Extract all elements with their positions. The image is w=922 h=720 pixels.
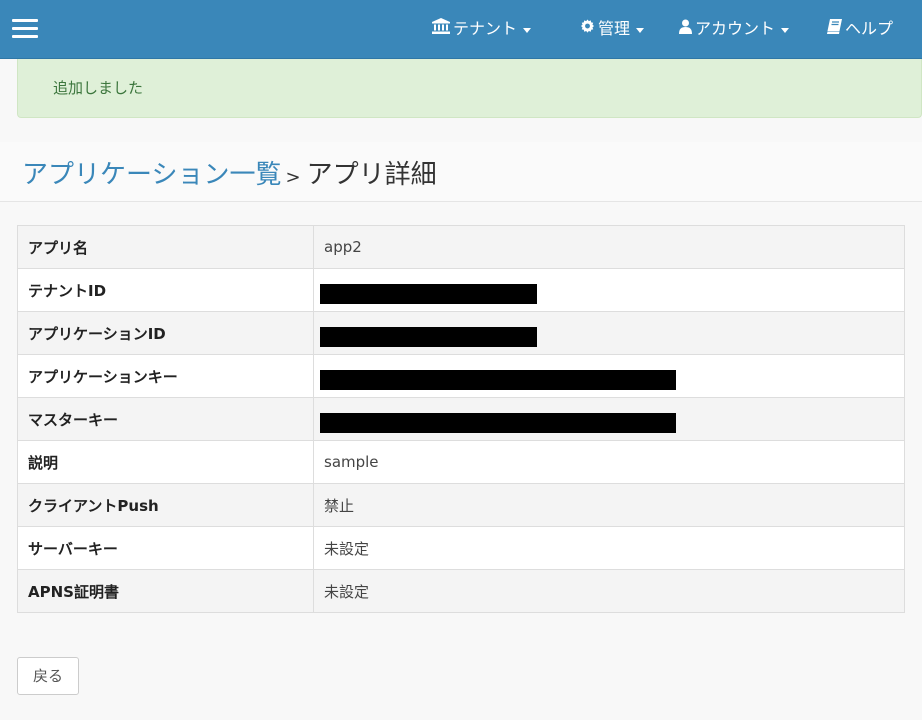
success-alert: 追加しました xyxy=(17,59,922,118)
page-title: アプリ詳細 xyxy=(306,160,437,190)
row-label: テナントID xyxy=(17,268,314,312)
row-label: アプリケーションキー xyxy=(17,354,314,398)
redacted-master-key xyxy=(320,413,676,433)
nav-help-link[interactable]: ヘルプ xyxy=(827,17,893,41)
row-value: app2 xyxy=(313,225,905,269)
row-label: アプリ名 xyxy=(17,225,314,269)
table-row: アプリケーションID xyxy=(17,311,905,355)
row-value xyxy=(313,311,905,355)
table-row: サーバーキー 未設定 xyxy=(17,526,905,570)
breadcrumb-app-list-link[interactable]: アプリケーション一覧 xyxy=(22,160,281,190)
hamburger-icon[interactable] xyxy=(12,19,38,39)
table-row: マスターキー xyxy=(17,397,905,441)
book-icon xyxy=(827,17,842,41)
chevron-down-icon xyxy=(781,27,790,33)
table-row: テナントID xyxy=(17,268,905,312)
row-label: マスターキー xyxy=(17,397,314,441)
app-detail-table: アプリ名 app2 テナントID アプリケーションID アプリケーションキー マ… xyxy=(17,225,905,613)
top-navbar: テナント 管理 アカウント ヘルプ xyxy=(0,0,922,59)
row-value: 未設定 xyxy=(313,526,905,570)
alert-message: 追加しました xyxy=(53,79,144,97)
redacted-application-id xyxy=(320,327,537,347)
row-label: アプリケーションID xyxy=(17,311,314,355)
row-label: サーバーキー xyxy=(17,526,314,570)
table-row: クライアントPush 禁止 xyxy=(17,483,905,527)
row-value xyxy=(313,268,905,312)
nav-account-label: アカウント xyxy=(695,19,776,38)
table-row: APNS証明書 未設定 xyxy=(17,569,905,613)
row-label: クライアントPush xyxy=(17,483,314,527)
nav-admin-menu[interactable]: 管理 xyxy=(580,17,645,41)
chevron-down-icon xyxy=(636,27,645,33)
row-label: APNS証明書 xyxy=(17,569,314,613)
back-button[interactable]: 戻る xyxy=(17,657,79,695)
row-value xyxy=(313,397,905,441)
nav-admin-label: 管理 xyxy=(598,19,631,38)
table-row: アプリケーションキー xyxy=(17,354,905,398)
nav-tenant-menu[interactable]: テナント xyxy=(432,17,532,41)
nav-help-label: ヘルプ xyxy=(845,19,894,38)
nav-account-menu[interactable]: アカウント xyxy=(679,17,790,41)
row-value: 未設定 xyxy=(313,569,905,613)
breadcrumb: アプリケーション一覧 > アプリ詳細 xyxy=(22,157,437,193)
row-label: 説明 xyxy=(17,440,314,484)
row-value: 禁止 xyxy=(313,483,905,527)
chevron-down-icon xyxy=(523,27,532,33)
bank-icon xyxy=(432,17,450,41)
redacted-tenant-id xyxy=(320,284,537,304)
redacted-application-key xyxy=(320,370,676,390)
nav-tenant-label: テナント xyxy=(453,19,518,38)
table-row: アプリ名 app2 xyxy=(17,225,905,269)
table-row: 説明 sample xyxy=(17,440,905,484)
row-value xyxy=(313,354,905,398)
row-value: sample xyxy=(313,440,905,484)
user-icon xyxy=(679,17,692,41)
gear-icon xyxy=(580,17,595,41)
breadcrumb-separator: > xyxy=(285,167,301,188)
